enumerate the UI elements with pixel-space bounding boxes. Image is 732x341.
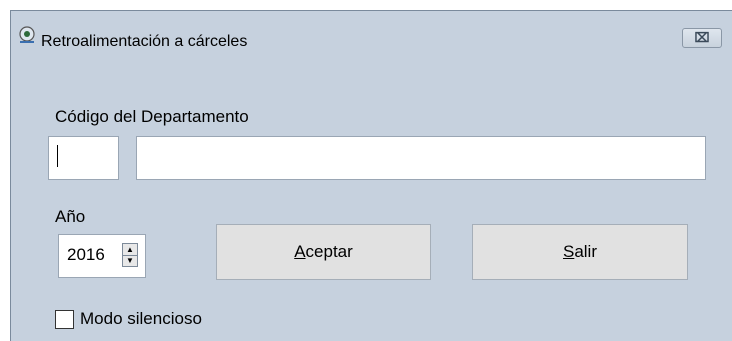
accept-button[interactable]: Aceptar bbox=[216, 224, 431, 280]
silent-mode-label: Modo silencioso bbox=[80, 309, 202, 328]
year-spinner-buttons[interactable]: ▲ ▼ bbox=[122, 243, 138, 267]
accept-button-label: ceptar bbox=[305, 242, 353, 261]
title-bar[interactable]: Retroalimentación a cárceles ⌧ bbox=[11, 11, 732, 68]
exit-button-label: alir bbox=[574, 242, 597, 261]
exit-button-mnemonic: S bbox=[562, 242, 575, 261]
spin-down-icon[interactable]: ▼ bbox=[123, 255, 137, 266]
text-caret bbox=[57, 145, 58, 167]
close-icon: ⌧ bbox=[694, 30, 710, 45]
window-app-icon bbox=[19, 26, 35, 43]
year-spinner-input[interactable]: 2016 ▲ ▼ bbox=[58, 234, 146, 278]
window-title: Retroalimentación a cárceles bbox=[41, 33, 248, 50]
silent-mode-checkbox[interactable] bbox=[55, 310, 74, 329]
department-code-input[interactable] bbox=[48, 136, 119, 180]
department-name-input[interactable] bbox=[136, 136, 706, 180]
year-value: 2016 bbox=[67, 245, 105, 264]
department-label: Código del Departamento bbox=[55, 107, 249, 126]
close-button[interactable]: ⌧ bbox=[682, 28, 722, 48]
exit-button[interactable]: Salir bbox=[472, 224, 688, 280]
year-label: Año bbox=[55, 207, 86, 226]
dialog-window: Retroalimentación a cárceles ⌧ Código de… bbox=[10, 10, 732, 341]
accept-button-mnemonic: A bbox=[294, 242, 306, 261]
